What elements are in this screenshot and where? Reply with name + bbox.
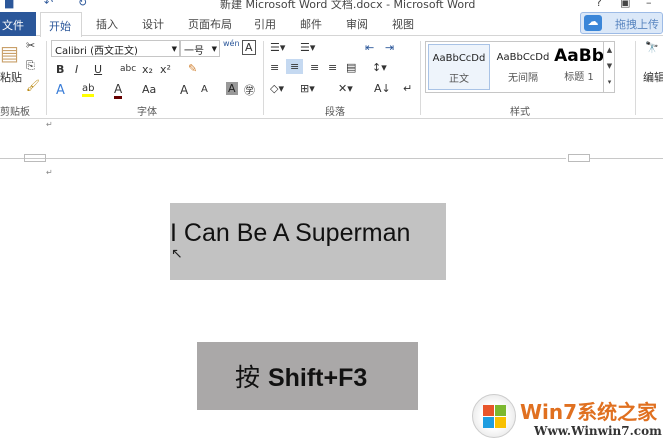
char-shading-icon[interactable]: A	[226, 82, 238, 95]
margin-marker	[568, 154, 590, 162]
font-size-value: 一号	[184, 46, 204, 57]
caption-prefix: 按	[235, 363, 268, 392]
subscript-button[interactable]: x₂	[142, 63, 153, 76]
tab-view[interactable]: 视图	[392, 16, 414, 32]
tab-file[interactable]: 文件	[0, 12, 36, 36]
justify-icon[interactable]: ≡	[328, 61, 337, 74]
line-spacing-icon[interactable]: ↕▾	[372, 61, 387, 74]
watermark-logo: Win7系统之家 Www.Winwin7.com	[468, 384, 663, 446]
undo-icon[interactable]: ↶	[44, 0, 53, 9]
page-separator	[46, 158, 566, 159]
tab-insert[interactable]: 插入	[96, 16, 118, 32]
phonetic-guide-icon[interactable]: wén	[223, 39, 240, 48]
tab-home[interactable]: 开始	[40, 12, 82, 37]
paste-label[interactable]: 粘贴	[0, 69, 22, 85]
asian-layout-icon[interactable]: ✕▾	[338, 82, 353, 95]
window-title: 新建 Microsoft Word 文档.docx - Microsoft Wo…	[220, 0, 476, 11]
group-label-paragraph: 段落	[325, 107, 345, 118]
bullets-icon[interactable]: ☰▾	[270, 41, 285, 54]
mouse-cursor-icon: ↖	[171, 246, 183, 262]
align-center-icon[interactable]: ≡	[286, 59, 304, 74]
tab-design[interactable]: 设计	[142, 16, 164, 32]
windows-logo-icon	[472, 394, 516, 438]
char-border-icon[interactable]: A	[242, 40, 256, 55]
editing-button[interactable]: 编辑	[643, 69, 663, 85]
save-icon[interactable]: ■	[4, 0, 14, 10]
font-size-select[interactable]: 一号 ▼	[180, 40, 220, 57]
align-right-icon[interactable]: ≡	[310, 61, 319, 74]
paragraph-mark: ↵	[46, 120, 53, 129]
shading-icon[interactable]: ◇▾	[270, 82, 284, 95]
style-preview: AaBbCcDd	[496, 52, 550, 63]
decrease-indent-icon[interactable]: ⇤	[365, 41, 374, 54]
align-left-icon[interactable]: ≡	[270, 61, 279, 74]
drag-upload-button[interactable]: ☁ 拖拽上传	[580, 12, 663, 34]
title-bar: ■ ↶ ↻ 新建 Microsoft Word 文档.docx - Micros…	[0, 0, 663, 12]
style-preview: AaBb	[554, 46, 604, 66]
cut-icon[interactable]: ✂	[26, 39, 35, 52]
group-label-clipboard: 剪贴板	[0, 107, 30, 118]
font-name-select[interactable]: Calibri (西文正文) ▼	[51, 40, 180, 57]
style-preview: AaBbCcDd	[432, 53, 486, 64]
show-marks-icon[interactable]: ↵	[403, 82, 412, 95]
find-icon[interactable]: 🔭	[645, 41, 659, 54]
copy-icon[interactable]: ⎘	[26, 59, 35, 73]
shortcut-keys: Shift+F3	[267, 364, 368, 392]
increase-indent-icon[interactable]: ⇥	[385, 41, 394, 54]
page-break-line	[590, 158, 663, 159]
grow-font-button[interactable]: A	[180, 83, 188, 97]
style-no-spacing[interactable]: AaBbCcDd 无间隔	[492, 44, 554, 90]
format-painter-icon[interactable]: 🖌	[26, 79, 40, 92]
underline-button[interactable]: U	[94, 63, 102, 76]
sort-icon[interactable]: A↓	[374, 82, 391, 95]
italic-button[interactable]: I	[75, 63, 78, 76]
shrink-font-button[interactable]: A	[201, 84, 208, 95]
styles-scroll[interactable]: ▲ ▼ ▾	[603, 42, 615, 92]
distributed-icon[interactable]: ▤	[346, 61, 356, 74]
tab-references[interactable]: 引用	[254, 16, 276, 32]
margin-marker	[24, 154, 46, 162]
ribbon: ▤ 粘贴 ✂ ⎘ 🖌 剪贴板 Calibri (西文正文) ▼ 一号 ▼ wén A…	[0, 37, 663, 119]
shortcut-caption: 按 Shift+F3	[197, 342, 418, 410]
cloud-icon: ☁	[584, 15, 602, 31]
highlight-icon[interactable]: ab	[82, 83, 95, 97]
bold-button[interactable]: B	[56, 63, 64, 76]
redo-icon[interactable]: ↻	[78, 0, 87, 9]
selected-text-block[interactable]: I Can Be A Superman	[170, 203, 446, 280]
font-name-value: Calibri (西文正文)	[55, 46, 138, 57]
minimize-icon[interactable]: –	[646, 0, 652, 9]
ribbon-tabs: 文件 开始 插入 设计 页面布局 引用 邮件 审阅 视图	[0, 12, 663, 37]
style-normal[interactable]: AaBbCcDd 正文	[428, 44, 490, 90]
tab-layout[interactable]: 页面布局	[188, 16, 232, 32]
enclose-char-icon[interactable]: ㊫	[244, 82, 255, 98]
paragraph-mark: ↵	[46, 168, 53, 177]
text-effects-icon[interactable]: A	[56, 83, 65, 98]
change-case-button[interactable]: Aa	[142, 83, 156, 96]
strikethrough-button[interactable]: abc	[120, 64, 136, 74]
borders-icon[interactable]: ⊞▾	[300, 82, 315, 95]
paste-icon[interactable]: ▤	[0, 41, 19, 65]
group-label-font: 字体	[137, 107, 157, 118]
style-heading-1[interactable]: AaBb 标题 1	[554, 44, 604, 90]
superscript-button[interactable]: x²	[160, 63, 171, 76]
watermark-brand: Win7系统之家	[520, 400, 658, 424]
style-name: 无间隔	[508, 73, 538, 84]
style-name: 正文	[449, 74, 469, 85]
style-name: 标题 1	[564, 72, 594, 83]
styles-gallery: AaBbCcDd 正文 AaBbCcDd 无间隔 AaBb 标题 1 ▲ ▼ ▾	[425, 41, 615, 93]
tab-review[interactable]: 审阅	[346, 16, 368, 32]
clear-format-icon[interactable]: ✎	[188, 62, 197, 75]
document-text[interactable]: I Can Be A Superman	[170, 219, 410, 248]
help-icon[interactable]: ?	[596, 0, 602, 9]
ribbon-display-icon[interactable]: ▣	[620, 0, 630, 9]
font-color-icon[interactable]: A	[114, 82, 123, 99]
group-label-styles: 样式	[510, 107, 530, 118]
tab-mailings[interactable]: 邮件	[300, 16, 322, 32]
watermark-url: Www.Winwin7.com	[534, 424, 662, 438]
upload-label: 拖拽上传	[615, 18, 659, 31]
numbering-icon[interactable]: ☰▾	[300, 41, 315, 54]
